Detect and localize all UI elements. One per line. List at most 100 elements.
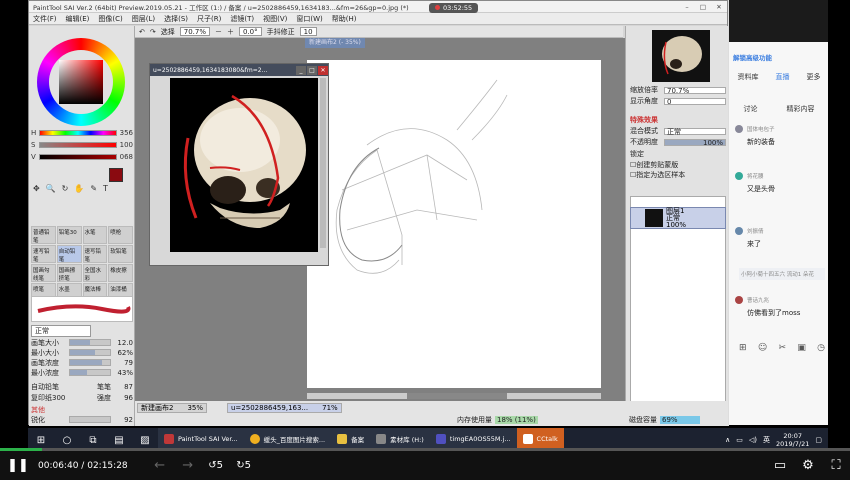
canvas-tab-active[interactable]: u=2502886459,163... 71% <box>227 403 342 413</box>
network-icon[interactable]: ▭ <box>736 436 743 444</box>
reference-window[interactable]: u=2502886459,1634183080&fm=2... _ □ ✕ <box>149 63 329 266</box>
history-icon[interactable]: ◷ <box>817 343 825 353</box>
param-min-size[interactable]: 最小大小 62% <box>31 348 133 357</box>
zoom-field[interactable]: 70.7% <box>179 27 210 36</box>
maximize-icon[interactable]: □ <box>695 3 711 11</box>
canvas-tab[interactable]: 新建画布2 35% <box>137 403 208 413</box>
undo-icon[interactable]: ↶ <box>139 28 145 36</box>
menu-ruler[interactable]: 尺子(R) <box>197 14 221 24</box>
saturation-slider[interactable]: S 100 <box>31 141 133 149</box>
close-icon[interactable]: ✕ <box>711 3 727 11</box>
blend-mode-select[interactable]: 正常 <box>31 324 133 337</box>
preset-paper-texture[interactable]: 复印纸300 强度 96 <box>31 393 133 402</box>
primary-color-swatch[interactable] <box>109 168 123 182</box>
menu-view[interactable]: 视图(V) <box>263 14 287 24</box>
arrow-left-icon[interactable]: ← <box>146 458 174 473</box>
tool-item[interactable]: 喷枪 <box>108 226 133 244</box>
menu-file[interactable]: 文件(F) <box>33 14 57 24</box>
rotate-icon[interactable]: ↻ <box>62 184 69 196</box>
ime-indicator[interactable]: 英 <box>763 435 770 445</box>
tool-item[interactable]: 铅笔30 <box>56 226 82 244</box>
fullscreen-icon[interactable]: ⛶ <box>822 458 850 473</box>
other-section-header[interactable]: 其他 <box>31 405 133 414</box>
angle-field[interactable]: 0.0° <box>239 27 262 36</box>
tab-highlights[interactable]: 精彩内容 <box>787 104 815 114</box>
move-icon[interactable]: ✥ <box>33 184 40 196</box>
maximize-icon[interactable]: □ <box>307 65 317 75</box>
store-icon[interactable]: ▤ <box>106 435 132 446</box>
hand-icon[interactable]: ✋ <box>74 184 84 196</box>
clip-mask-checkbox[interactable]: ☐ 创建剪贴蒙版 <box>630 161 726 169</box>
menu-help[interactable]: 帮助(H) <box>332 14 357 24</box>
drawing-paper[interactable] <box>307 60 601 388</box>
tool-item[interactable]: 速写铅笔 <box>82 245 108 263</box>
doc-tab[interactable]: 新建画布2 (- 35%) <box>305 38 365 48</box>
tool-item[interactable]: 软铅笔 <box>108 245 133 263</box>
param-min-density[interactable]: 最小浓度 43% <box>31 368 133 377</box>
redo-icon[interactable]: ↷ <box>150 28 156 36</box>
pause-button[interactable]: ❚❚ <box>4 458 32 473</box>
menu-window[interactable]: 窗口(W) <box>296 14 322 24</box>
nav-zoom-row[interactable]: 缩放倍率 70.7% <box>630 86 726 94</box>
tool-item[interactable]: 速写铅笔 <box>31 245 56 263</box>
tool-item[interactable]: 水笔 <box>82 226 108 244</box>
param-brush-size[interactable]: 画笔大小 12.0 <box>31 338 133 347</box>
windows-start-icon[interactable]: ⊞ <box>28 435 54 446</box>
zoom-icon[interactable]: 🔍 <box>46 184 56 196</box>
menu-edit[interactable]: 编辑(E) <box>66 14 90 24</box>
gift-icon[interactable]: ⊞ <box>739 343 747 353</box>
photos-icon[interactable]: ▨ <box>132 435 158 446</box>
rewind-5-button[interactable]: ↺5 <box>202 460 230 471</box>
emoji-icon[interactable]: ☺ <box>758 343 767 353</box>
nav-angle-row[interactable]: 显示角度 0 <box>630 97 726 105</box>
selection-source-checkbox[interactable]: ☐ 指定为选区样本 <box>630 171 726 179</box>
menu-image[interactable]: 图像(C) <box>98 14 122 24</box>
zoom-out-icon[interactable]: － <box>215 27 222 37</box>
menu-filter[interactable]: 滤镜(T) <box>230 14 254 24</box>
param-density[interactable]: 画笔浓度 79 <box>31 358 133 367</box>
navigator-thumbnail[interactable] <box>652 30 710 82</box>
layer-opacity-row[interactable]: 不透明度 100% <box>630 138 726 146</box>
tab-discussion[interactable]: 讨论 <box>744 104 758 114</box>
tool-item-selected[interactable]: 自动铅笔 <box>56 245 82 263</box>
close-icon[interactable]: ✕ <box>318 65 328 75</box>
tray-expand-icon[interactable]: ∧ <box>725 436 730 444</box>
settings-gear-icon[interactable]: ⚙ <box>794 458 822 473</box>
unlock-banner[interactable]: 解锁高级功能 <box>733 52 772 62</box>
arrow-right-icon[interactable]: → <box>174 458 202 473</box>
clock[interactable]: 20:07 2019/7/21 <box>776 432 809 448</box>
value-slider[interactable]: V 068 <box>31 153 133 161</box>
color-wheel[interactable] <box>37 38 125 126</box>
tool-item[interactable]: 全国水彩 <box>82 264 108 282</box>
stabilizer-field[interactable]: 10 <box>299 27 317 36</box>
param-sharpen[interactable]: 锐化 92 <box>31 415 133 424</box>
tool-item[interactable]: 国画勾线笔 <box>31 264 56 282</box>
vertical-scrollbar[interactable] <box>320 78 326 248</box>
layer-item[interactable]: 图层1 正常 100% <box>630 207 726 229</box>
nav-more[interactable]: 更多 <box>807 72 821 84</box>
tool-item[interactable]: 国画擦挤笔 <box>56 264 82 282</box>
task-view-icon[interactable]: ⧉ <box>80 435 106 446</box>
minimize-icon[interactable]: – <box>679 3 695 11</box>
volume-icon[interactable]: ◁) <box>749 436 757 444</box>
nav-live[interactable]: 直播 <box>776 72 790 84</box>
text-icon[interactable]: T <box>103 184 108 196</box>
minimize-icon[interactable]: _ <box>296 65 306 75</box>
layer-blend-row[interactable]: 混合模式 正常 <box>630 127 726 135</box>
fx-header[interactable]: 特殊效果 <box>630 115 658 125</box>
saturation-value-square[interactable] <box>59 60 103 104</box>
image-icon[interactable]: ▣ <box>797 343 806 353</box>
menu-select[interactable]: 选择(S) <box>164 14 188 24</box>
scissors-icon[interactable]: ✂ <box>779 343 787 353</box>
search-icon[interactable]: ○ <box>54 435 80 446</box>
notification-icon[interactable]: ▢ <box>815 436 822 444</box>
select-toggle[interactable]: 选择 <box>161 27 175 37</box>
menu-layer[interactable]: 图层(L) <box>132 14 155 24</box>
subtitle-icon[interactable]: ▭ <box>766 458 794 473</box>
nav-library[interactable]: 资料库 <box>738 72 759 84</box>
tool-item[interactable]: 普通铅笔 <box>31 226 56 244</box>
preset-auto-pencil[interactable]: 自动铅笔 笔笔 87 <box>31 382 133 391</box>
eyedropper-icon[interactable]: ✎ <box>90 184 97 196</box>
hue-slider[interactable]: H 356 <box>31 129 133 137</box>
forward-5-button[interactable]: ↻5 <box>230 460 258 471</box>
